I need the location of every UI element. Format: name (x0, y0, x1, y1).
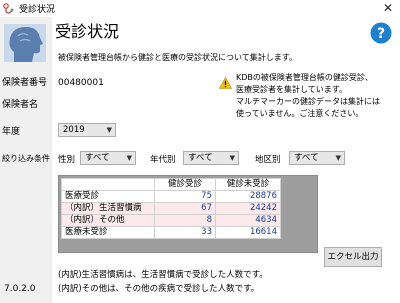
table-header-cell: 健診受診 (154, 178, 216, 191)
help-icon[interactable]: ? (370, 22, 392, 44)
warning-icon (219, 77, 232, 89)
region-filter-select[interactable]: すべて ▼ (289, 151, 345, 165)
cell-no-checkup: 28876 (215, 190, 281, 203)
insurer-number-label: 保険者番号 (2, 78, 48, 88)
footnote: (内訳)その他は、その他の疾病で受診した人数です。 (58, 284, 260, 294)
notice-line: KDBの被保険者管理台帳の健診受診、 (236, 73, 373, 82)
row-label: （内訳）その他 (61, 214, 155, 227)
page-title: 受診状況 (55, 22, 120, 41)
summary-table-panel: 健診受診 健診未受診 医療受診 75 28876 （内訳）生活習慣病 67 24… (58, 175, 318, 253)
year-select-value: 2019 (63, 125, 85, 135)
sex-filter-value: すべて (85, 153, 110, 163)
age-filter-value: すべて (188, 153, 213, 163)
description: 被保険者管理台帳から健診と医療の受診状況について集計します。 (58, 53, 297, 62)
title-bar: 受診状況 ✕ (0, 0, 400, 17)
filter-label: 絞り込み条件 (2, 154, 50, 163)
chevron-down-icon: ▼ (126, 154, 132, 162)
notice-line: 使っていません。ご注意ください。 (236, 109, 364, 118)
table-row: （内訳）生活習慣病 67 24242 (61, 202, 281, 215)
row-label: （内訳）生活習慣病 (61, 202, 155, 215)
table-header-row: 健診受診 健診未受診 (61, 178, 281, 191)
close-icon[interactable]: ✕ (378, 0, 398, 16)
chevron-down-icon: ▼ (229, 154, 235, 162)
notice-text: KDBの被保険者管理台帳の健診受診、 医療受診者を集計しています。 マルチマーカ… (236, 72, 396, 120)
svg-text:?: ? (377, 26, 385, 42)
summary-table: 健診受診 健診未受診 医療受診 75 28876 （内訳）生活習慣病 67 24… (61, 178, 281, 239)
sex-filter-select[interactable]: すべて ▼ (80, 151, 136, 165)
chevron-down-icon: ▼ (106, 126, 112, 134)
table-row: 医療受診 75 28876 (61, 190, 281, 203)
version-label: 7.0.2.0 (4, 284, 36, 294)
cell-no-checkup: 4634 (215, 214, 281, 227)
cell-no-checkup: 16614 (215, 226, 281, 239)
cell-checkup: 67 (154, 202, 216, 215)
cell-no-checkup: 24242 (215, 202, 281, 215)
row-label: 医療受診 (61, 190, 155, 203)
year-label: 年度 (2, 127, 21, 137)
row-label: 医療未受診 (61, 226, 155, 239)
insurer-number: 00480001 (58, 78, 104, 88)
region-filter-value: すべて (294, 153, 319, 163)
region-filter-label: 地区別 (255, 155, 281, 165)
notice-line: マルチマーカーの健診データは集計には (236, 97, 380, 106)
age-filter-select[interactable]: すべて ▼ (183, 151, 239, 165)
table-header-cell (61, 178, 155, 191)
table-row: （内訳）その他 8 4634 (61, 214, 281, 227)
table-row: 医療未受診 33 16614 (61, 226, 281, 239)
cell-checkup: 8 (154, 214, 216, 227)
table-header-cell: 健診未受診 (215, 178, 281, 191)
insurer-name-label: 保険者名 (2, 100, 39, 110)
footnote: (内訳)生活習慣病は、生活習慣病で受診した人数です。 (58, 270, 268, 280)
stethoscope-icon (3, 3, 14, 14)
age-filter-label: 年代別 (150, 155, 176, 165)
year-select[interactable]: 2019 ▼ (58, 123, 116, 137)
chevron-down-icon: ▼ (335, 154, 341, 162)
cell-checkup: 33 (154, 226, 216, 239)
notice-line: 医療受診者を集計しています。 (236, 85, 347, 94)
excel-export-button[interactable]: エクセル出力 (324, 247, 382, 267)
head-profile-icon (4, 24, 46, 62)
cell-checkup: 75 (154, 190, 216, 203)
sex-filter-label: 性別 (58, 155, 76, 165)
window-title: 受診状況 (19, 5, 56, 15)
